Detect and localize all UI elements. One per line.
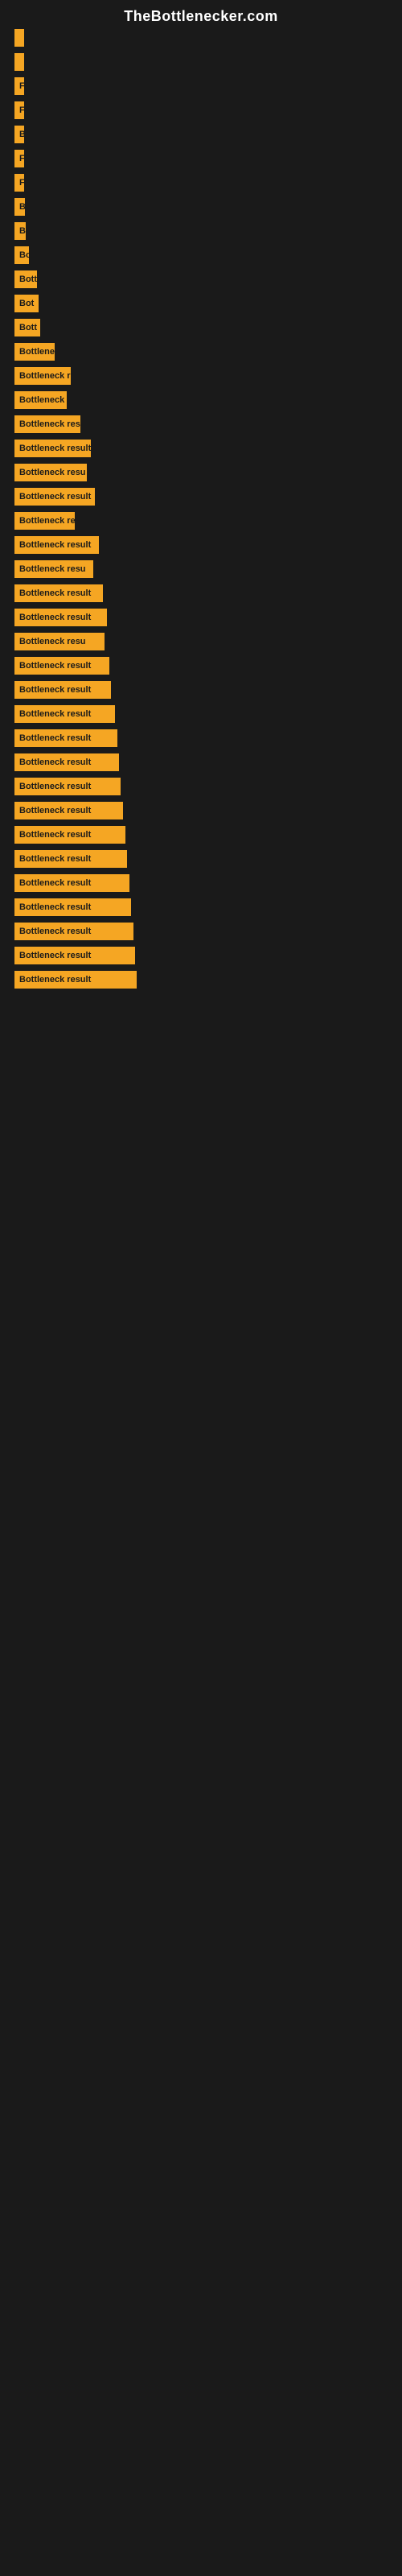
- bar-label-33: Bottleneck result: [14, 826, 125, 844]
- bar-row-0: [8, 29, 394, 47]
- bar-label-17: Bottleneck result: [14, 440, 91, 457]
- bar-row-4: B: [8, 126, 394, 143]
- bar-row-29: Bottleneck result: [8, 729, 394, 747]
- bar-label-7: B: [14, 198, 25, 216]
- bar-label-15: Bottleneck: [14, 391, 67, 409]
- bar-row-37: Bottleneck result: [8, 923, 394, 940]
- bar-label-35: Bottleneck result: [14, 874, 129, 892]
- bar-label-22: Bottleneck resu: [14, 560, 93, 578]
- bar-label-0: [14, 29, 24, 47]
- bar-row-34: Bottleneck result: [8, 850, 394, 868]
- bar-label-29: Bottleneck result: [14, 729, 117, 747]
- bar-row-27: Bottleneck result: [8, 681, 394, 699]
- bar-label-18: Bottleneck resu: [14, 464, 87, 481]
- page-wrapper: TheBottlenecker.com FFBFFBBBoBottBotBott…: [0, 0, 402, 989]
- bar-label-26: Bottleneck result: [14, 657, 109, 675]
- bar-label-32: Bottleneck result: [14, 802, 123, 819]
- bar-row-30: Bottleneck result: [8, 753, 394, 771]
- bar-row-16: Bottleneck resu: [8, 415, 394, 433]
- bar-row-10: Bott: [8, 270, 394, 288]
- bar-label-5: F: [14, 150, 24, 167]
- bar-row-24: Bottleneck result: [8, 609, 394, 626]
- bar-row-26: Bottleneck result: [8, 657, 394, 675]
- bar-row-12: Bott: [8, 319, 394, 336]
- bar-row-22: Bottleneck resu: [8, 560, 394, 578]
- bar-label-23: Bottleneck result: [14, 584, 103, 602]
- bar-row-31: Bottleneck result: [8, 778, 394, 795]
- bar-label-16: Bottleneck resu: [14, 415, 80, 433]
- bar-label-2: F: [14, 77, 24, 95]
- bar-label-19: Bottleneck result: [14, 488, 95, 506]
- bar-label-31: Bottleneck result: [14, 778, 121, 795]
- bar-row-19: Bottleneck result: [8, 488, 394, 506]
- bar-label-28: Bottleneck result: [14, 705, 115, 723]
- bar-row-18: Bottleneck resu: [8, 464, 394, 481]
- bar-label-30: Bottleneck result: [14, 753, 119, 771]
- bar-row-5: F: [8, 150, 394, 167]
- bar-label-3: F: [14, 101, 24, 119]
- bar-row-35: Bottleneck result: [8, 874, 394, 892]
- bar-row-11: Bot: [8, 295, 394, 312]
- bar-label-10: Bott: [14, 270, 37, 288]
- bar-row-13: Bottlenec: [8, 343, 394, 361]
- bar-row-25: Bottleneck resu: [8, 633, 394, 650]
- bar-label-24: Bottleneck result: [14, 609, 107, 626]
- bar-label-12: Bott: [14, 319, 40, 336]
- bar-row-14: Bottleneck re: [8, 367, 394, 385]
- bar-label-1: [14, 53, 24, 71]
- bar-label-37: Bottleneck result: [14, 923, 133, 940]
- bar-row-8: B: [8, 222, 394, 240]
- bar-label-9: Bo: [14, 246, 29, 264]
- bar-row-20: Bottleneck re: [8, 512, 394, 530]
- bar-label-13: Bottlenec: [14, 343, 55, 361]
- bar-row-21: Bottleneck result: [8, 536, 394, 554]
- bar-label-6: F: [14, 174, 24, 192]
- bar-row-39: Bottleneck result: [8, 971, 394, 989]
- bar-row-6: F: [8, 174, 394, 192]
- bar-row-38: Bottleneck result: [8, 947, 394, 964]
- bar-label-39: Bottleneck result: [14, 971, 137, 989]
- bar-label-11: Bot: [14, 295, 39, 312]
- bar-label-20: Bottleneck re: [14, 512, 75, 530]
- bar-row-3: F: [8, 101, 394, 119]
- bar-label-14: Bottleneck re: [14, 367, 71, 385]
- bar-row-9: Bo: [8, 246, 394, 264]
- bar-label-25: Bottleneck resu: [14, 633, 105, 650]
- bar-row-33: Bottleneck result: [8, 826, 394, 844]
- bar-row-23: Bottleneck result: [8, 584, 394, 602]
- bar-row-7: B: [8, 198, 394, 216]
- chart-area: FFBFFBBBoBottBotBottBottlenecBottleneck …: [0, 29, 402, 989]
- bar-row-15: Bottleneck: [8, 391, 394, 409]
- bar-label-21: Bottleneck result: [14, 536, 99, 554]
- bar-label-34: Bottleneck result: [14, 850, 127, 868]
- bar-label-4: B: [14, 126, 24, 143]
- bar-row-1: [8, 53, 394, 71]
- bar-row-2: F: [8, 77, 394, 95]
- bar-label-8: B: [14, 222, 26, 240]
- bar-row-17: Bottleneck result: [8, 440, 394, 457]
- bar-label-27: Bottleneck result: [14, 681, 111, 699]
- bar-row-36: Bottleneck result: [8, 898, 394, 916]
- bar-label-36: Bottleneck result: [14, 898, 131, 916]
- bar-row-32: Bottleneck result: [8, 802, 394, 819]
- bar-label-38: Bottleneck result: [14, 947, 135, 964]
- site-title: TheBottlenecker.com: [0, 0, 402, 29]
- bar-row-28: Bottleneck result: [8, 705, 394, 723]
